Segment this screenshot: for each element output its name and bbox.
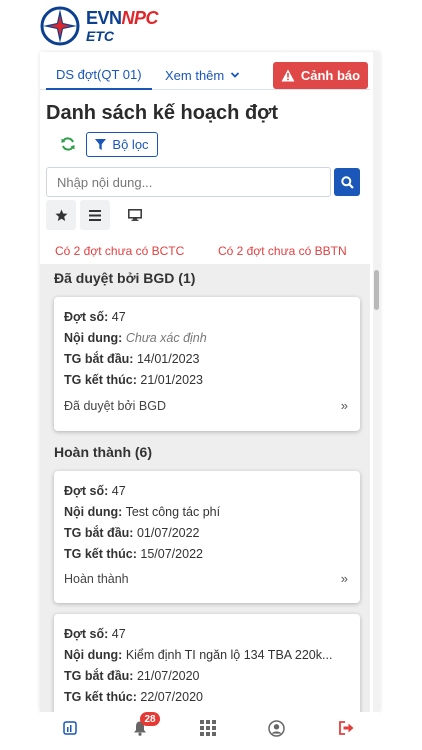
page-title: Danh sách kế hoạch đợt xyxy=(46,102,279,124)
refresh-icon[interactable] xyxy=(60,136,76,152)
tab-bar: DS đợt(QT 01) Xem thêm Cảnh báo xyxy=(40,52,370,90)
report-icon xyxy=(63,721,77,735)
user-icon xyxy=(267,719,285,737)
card-row-ketthuc: TG kết thúc: 22/07/2020 xyxy=(64,690,203,704)
search-input[interactable] xyxy=(46,167,331,197)
list-icon xyxy=(89,209,101,221)
card-row-so: Đợt số: 47 xyxy=(64,484,126,498)
card-row-so: Đợt số: 47 xyxy=(64,627,126,641)
nav-profile[interactable] xyxy=(266,718,286,738)
notice-missing-bbtn[interactable]: Có 2 đợt chưa có BBTN xyxy=(218,244,347,258)
list-view-button[interactable] xyxy=(80,200,110,230)
double-chevron-icon[interactable]: » xyxy=(341,398,348,413)
star-icon xyxy=(55,209,67,221)
search-icon xyxy=(340,175,354,189)
chevron-down-icon xyxy=(231,72,240,78)
logout-icon xyxy=(338,721,353,735)
card-row-batdau: TG bắt đầu: 01/07/2022 xyxy=(64,526,200,540)
plan-card[interactable]: Đợt số: 47 Nội dung: Kiểm định TI ngăn l… xyxy=(54,614,360,712)
nav-logout[interactable] xyxy=(336,718,356,738)
card-row-batdau: TG bắt đầu: 21/07/2020 xyxy=(64,669,200,683)
warning-icon xyxy=(281,69,295,82)
card-status: Đã duyệt bởi BGD xyxy=(64,398,166,413)
card-row-noidung: Nội dung: Kiểm định TI ngăn lộ 134 TBA 2… xyxy=(64,648,333,662)
scrollbar[interactable] xyxy=(373,52,380,712)
tab-ds-dot[interactable]: DS đợt(QT 01) xyxy=(46,60,152,90)
app-logo: EVNNPC ETC xyxy=(40,4,159,48)
tab-xem-them[interactable]: Xem thêm xyxy=(165,60,240,90)
card-footer: Hoàn thành » xyxy=(64,571,348,586)
notification-badge: 28 xyxy=(140,712,160,726)
plan-list: Đã duyệt bởi BGD (1) Đợt số: 47 Nội dung… xyxy=(40,264,370,712)
filter-button[interactable]: Bộ lọc xyxy=(86,132,158,157)
scrollbar-thumb[interactable] xyxy=(374,270,379,310)
desktop-view-button[interactable] xyxy=(120,200,150,230)
main-panel: DS đợt(QT 01) Xem thêm Cảnh báo Danh sác… xyxy=(40,52,380,712)
favorite-view-button[interactable] xyxy=(46,200,76,230)
nav-menu[interactable] xyxy=(198,718,218,738)
brand-line-1: EVNNPC xyxy=(86,8,159,28)
card-status: Hoàn thành xyxy=(64,571,129,586)
filter-icon xyxy=(95,139,107,150)
group-title-completed: Hoàn thành (6) xyxy=(54,444,152,460)
monitor-icon xyxy=(128,209,142,221)
double-chevron-icon[interactable]: » xyxy=(341,571,348,586)
search-button[interactable] xyxy=(334,168,360,196)
card-row-noidung: Nội dung: Test công tác phí xyxy=(64,505,221,519)
card-row-batdau: TG bắt đầu: 14/01/2023 xyxy=(64,352,200,366)
tab-xem-them-label: Xem thêm xyxy=(165,67,225,83)
group-title-approved: Đã duyệt bởi BGD (1) xyxy=(54,270,196,286)
plan-card[interactable]: Đợt số: 47 Nội dung: Test công tác phí T… xyxy=(54,471,360,603)
nav-report[interactable] xyxy=(60,718,80,738)
card-row-ketthuc: TG kết thúc: 15/07/2022 xyxy=(64,547,203,561)
plan-card[interactable]: Đợt số: 47 Nội dung: Chưa xác định TG bắ… xyxy=(54,297,360,431)
card-row-so: Đợt số: 47 xyxy=(64,310,126,324)
card-row-ketthuc: TG kết thúc: 21/01/2023 xyxy=(64,373,203,387)
brand-line-2: ETC xyxy=(86,28,114,44)
warning-button-label: Cảnh báo xyxy=(300,68,361,83)
grid-icon xyxy=(200,720,216,736)
filter-button-label: Bộ lọc xyxy=(112,137,149,152)
evn-logo-icon xyxy=(40,6,80,46)
card-row-noidung: Nội dung: Chưa xác định xyxy=(64,331,207,345)
bottom-nav: 28 xyxy=(40,712,380,750)
warning-button[interactable]: Cảnh báo xyxy=(273,62,368,89)
notice-missing-bctc[interactable]: Có 2 đợt chưa có BCTC xyxy=(55,244,184,258)
card-footer: Đã duyệt bởi BGD » xyxy=(64,398,348,413)
